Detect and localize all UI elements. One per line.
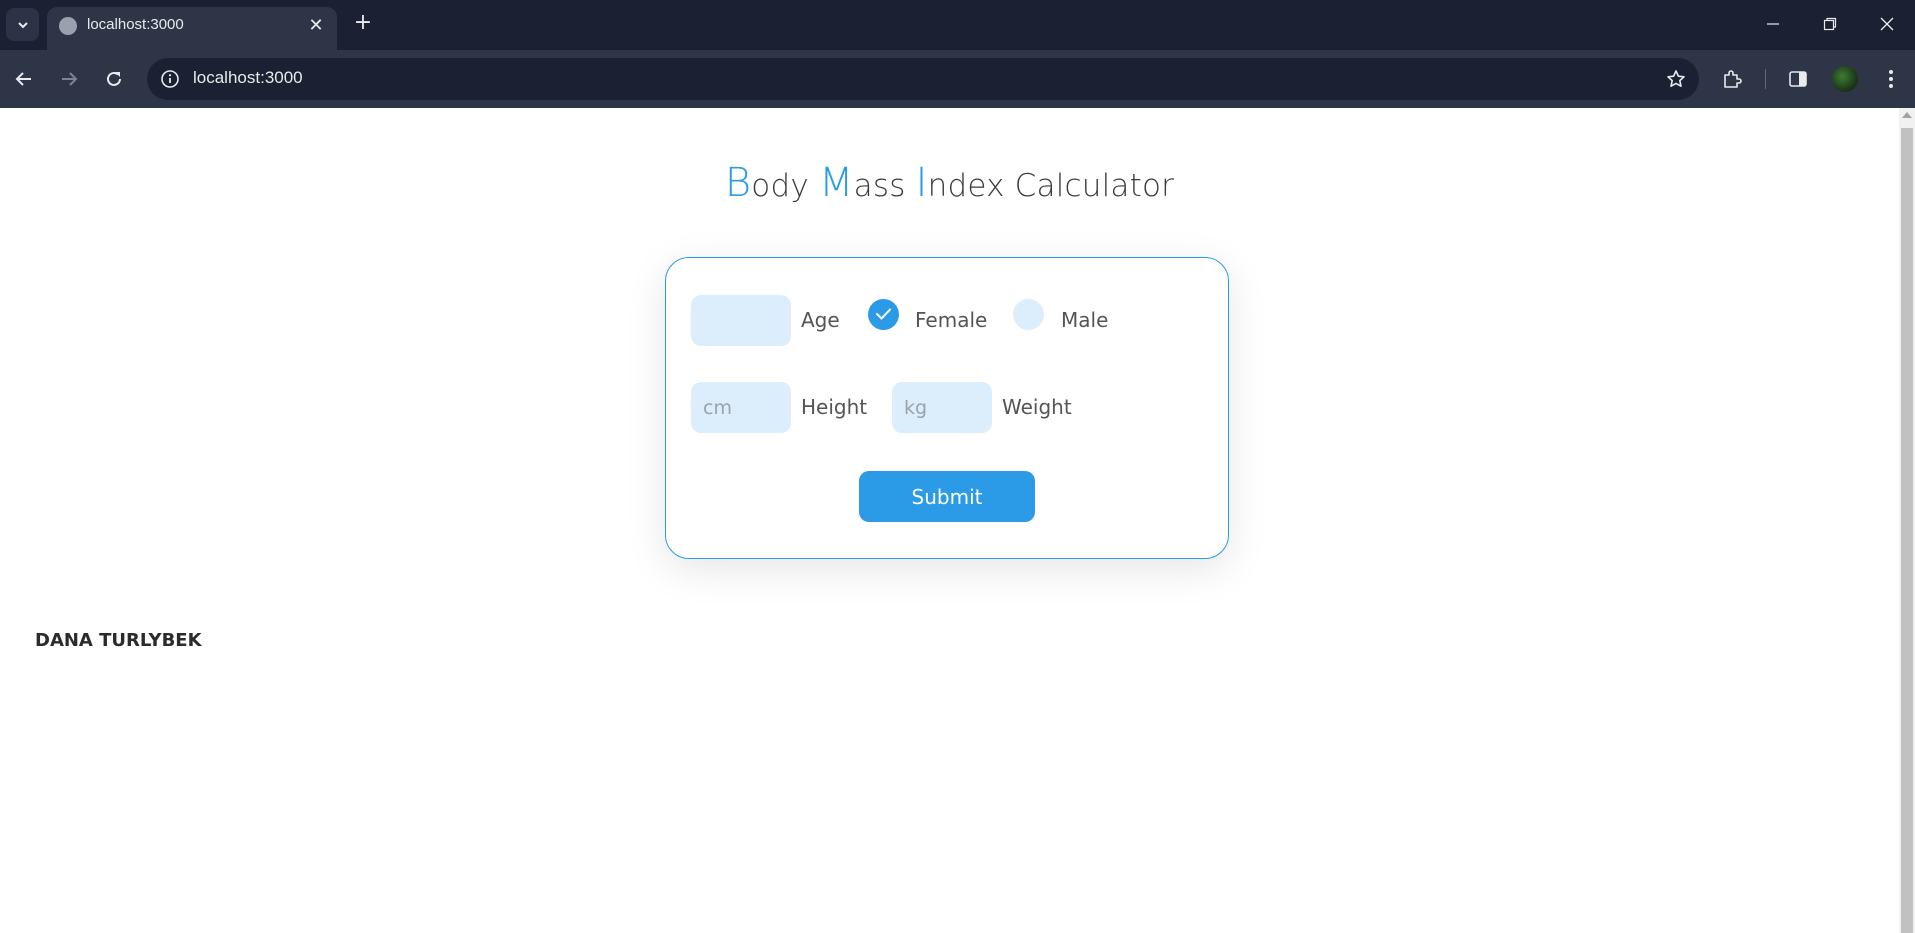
reload-button[interactable]	[97, 62, 131, 96]
title-part-mass: ass	[853, 168, 916, 204]
side-panel-icon[interactable]	[1781, 62, 1815, 96]
avatar[interactable]	[1832, 66, 1858, 92]
male-label: Male	[1061, 308, 1109, 332]
checkmark-icon	[876, 308, 891, 320]
address-bar[interactable]: localhost:3000	[147, 58, 1699, 100]
window-close-icon	[1880, 17, 1894, 31]
url-text: localhost:3000	[193, 68, 303, 87]
title-initial-b: B	[724, 160, 752, 206]
female-label: Female	[915, 308, 988, 332]
age-label: Age	[801, 308, 840, 332]
page-title: Body Mass Index Calculator	[0, 160, 1899, 206]
reload-icon	[107, 71, 121, 86]
page-scrollbar[interactable]	[1899, 108, 1915, 933]
title-part-body: ody	[751, 168, 819, 204]
female-radio[interactable]	[868, 299, 899, 330]
height-input[interactable]	[691, 382, 791, 433]
info-icon[interactable]	[159, 68, 181, 90]
globe-icon	[59, 17, 77, 35]
toolbar-divider	[1765, 69, 1766, 89]
window-close-button[interactable]	[1860, 0, 1914, 48]
plus-icon[interactable]: +	[349, 9, 377, 37]
browser-toolbar: localhost:3000	[0, 50, 1915, 108]
menu-icon[interactable]	[1874, 62, 1908, 96]
restore-button[interactable]	[1803, 0, 1857, 48]
bmi-form-card: Age Female Male Height Weight Submit	[665, 257, 1229, 559]
author-name: DANA TURLYBEK	[35, 630, 202, 651]
title-initial-m: M	[818, 160, 854, 206]
weight-label: Weight	[1002, 395, 1072, 419]
scroll-thumb[interactable]	[1901, 128, 1913, 933]
weight-input[interactable]	[892, 382, 992, 433]
tab-search-button[interactable]	[6, 8, 39, 41]
star-icon[interactable]	[1665, 68, 1687, 90]
male-radio[interactable]	[1013, 299, 1044, 330]
tab-strip: localhost:3000 ✕ +	[0, 0, 1915, 50]
tab-search-icon	[17, 21, 28, 28]
back-icon	[15, 72, 31, 86]
restore-icon	[1823, 17, 1837, 31]
title-initial-i: I	[915, 160, 928, 206]
forward-icon	[62, 72, 78, 86]
close-icon[interactable]: ✕	[305, 15, 327, 37]
minimize-button[interactable]	[1746, 0, 1800, 48]
submit-button[interactable]: Submit	[859, 471, 1035, 522]
tab-title: localhost:3000	[87, 16, 184, 33]
title-part-index: ndex Calculator	[927, 168, 1175, 204]
back-button[interactable]	[7, 62, 41, 96]
active-tab[interactable]: localhost:3000 ✕	[47, 7, 337, 50]
height-label: Height	[801, 395, 868, 419]
minimize-icon	[1767, 23, 1779, 25]
extensions-icon[interactable]	[1715, 62, 1749, 96]
forward-button[interactable]	[52, 62, 86, 96]
page-viewport: Body Mass Index Calculator Age Female Ma…	[0, 108, 1899, 933]
scroll-up-icon[interactable]	[1902, 112, 1912, 118]
age-input[interactable]	[691, 295, 791, 346]
